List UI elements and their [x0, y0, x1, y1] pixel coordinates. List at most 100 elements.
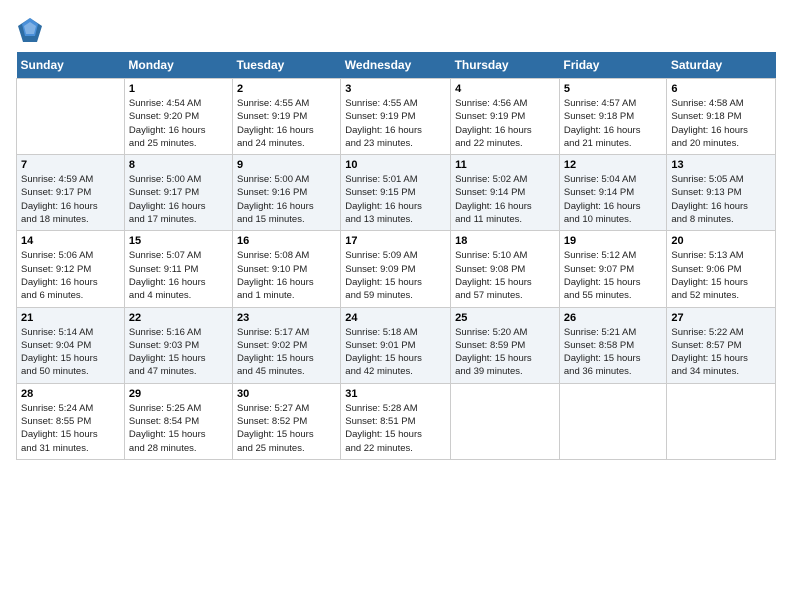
day-cell: 18 Sunrise: 5:10 AM Sunset: 9:08 PM Dayli…: [451, 231, 560, 307]
day-cell: 12 Sunrise: 5:04 AM Sunset: 9:14 PM Dayli…: [559, 155, 666, 231]
day-number: 12: [564, 159, 662, 171]
day-info: Sunrise: 4:55 AM Sunset: 9:19 PM Dayligh…: [237, 97, 336, 150]
day-cell: 16 Sunrise: 5:08 AM Sunset: 9:10 PM Dayli…: [233, 231, 341, 307]
calendar-table: SundayMondayTuesdayWednesdayThursdayFrid…: [16, 52, 776, 460]
day-number: 2: [237, 83, 336, 95]
day-cell: 26 Sunrise: 5:21 AM Sunset: 8:58 PM Dayli…: [559, 307, 666, 383]
day-cell: [17, 79, 125, 155]
day-cell: 24 Sunrise: 5:18 AM Sunset: 9:01 PM Dayli…: [341, 307, 451, 383]
day-info: Sunrise: 5:28 AM Sunset: 8:51 PM Dayligh…: [345, 402, 446, 455]
day-number: 18: [455, 235, 555, 247]
day-cell: 13 Sunrise: 5:05 AM Sunset: 9:13 PM Dayli…: [667, 155, 776, 231]
day-info: Sunrise: 5:05 AM Sunset: 9:13 PM Dayligh…: [671, 173, 771, 226]
day-info: Sunrise: 5:24 AM Sunset: 8:55 PM Dayligh…: [21, 402, 120, 455]
day-info: Sunrise: 5:01 AM Sunset: 9:15 PM Dayligh…: [345, 173, 446, 226]
day-cell: 30Sunrise: 5:27 AM Sunset: 8:52 PM Dayli…: [233, 383, 341, 459]
day-number: 8: [129, 159, 228, 171]
day-cell: 31 Sunrise: 5:28 AM Sunset: 8:51 PM Dayli…: [341, 383, 451, 459]
day-info: Sunrise: 5:27 AM Sunset: 8:52 PM Dayligh…: [237, 402, 336, 455]
day-number: 10: [345, 159, 446, 171]
day-info: Sunrise: 5:00 AM Sunset: 9:17 PM Dayligh…: [129, 173, 228, 226]
day-info: Sunrise: 5:25 AM Sunset: 8:54 PM Dayligh…: [129, 402, 228, 455]
header-row: SundayMondayTuesdayWednesdayThursdayFrid…: [17, 52, 776, 79]
day-info: Sunrise: 5:02 AM Sunset: 9:14 PM Dayligh…: [455, 173, 555, 226]
logo-icon: [16, 16, 44, 44]
day-number: 13: [671, 159, 771, 171]
week-row-1: 1Sunrise: 4:54 AM Sunset: 9:20 PM Daylig…: [17, 79, 776, 155]
day-number: 11: [455, 159, 555, 171]
day-cell: 4 Sunrise: 4:56 AM Sunset: 9:19 PM Daylig…: [451, 79, 560, 155]
day-cell: 7 Sunrise: 4:59 AM Sunset: 9:17 PM Daylig…: [17, 155, 125, 231]
day-cell: [667, 383, 776, 459]
day-info: Sunrise: 5:20 AM Sunset: 8:59 PM Dayligh…: [455, 326, 555, 379]
day-info: Sunrise: 5:08 AM Sunset: 9:10 PM Dayligh…: [237, 249, 336, 302]
day-info: Sunrise: 5:16 AM Sunset: 9:03 PM Dayligh…: [129, 326, 228, 379]
logo: [16, 16, 48, 44]
day-info: Sunrise: 5:12 AM Sunset: 9:07 PM Dayligh…: [564, 249, 662, 302]
day-number: 3: [345, 83, 446, 95]
day-number: 29: [129, 388, 228, 400]
week-row-2: 7 Sunrise: 4:59 AM Sunset: 9:17 PM Daylig…: [17, 155, 776, 231]
day-header-tuesday: Tuesday: [233, 52, 341, 79]
day-cell: 14Sunrise: 5:06 AM Sunset: 9:12 PM Dayli…: [17, 231, 125, 307]
day-number: 24: [345, 312, 446, 324]
header: [16, 16, 776, 44]
day-cell: 15Sunrise: 5:07 AM Sunset: 9:11 PM Dayli…: [124, 231, 232, 307]
week-row-3: 14Sunrise: 5:06 AM Sunset: 9:12 PM Dayli…: [17, 231, 776, 307]
day-cell: 19 Sunrise: 5:12 AM Sunset: 9:07 PM Dayli…: [559, 231, 666, 307]
day-number: 9: [237, 159, 336, 171]
day-cell: 2 Sunrise: 4:55 AM Sunset: 9:19 PM Daylig…: [233, 79, 341, 155]
day-number: 6: [671, 83, 771, 95]
day-cell: 28 Sunrise: 5:24 AM Sunset: 8:55 PM Dayli…: [17, 383, 125, 459]
day-info: Sunrise: 5:04 AM Sunset: 9:14 PM Dayligh…: [564, 173, 662, 226]
day-number: 27: [671, 312, 771, 324]
day-header-saturday: Saturday: [667, 52, 776, 79]
day-info: Sunrise: 5:21 AM Sunset: 8:58 PM Dayligh…: [564, 326, 662, 379]
day-info: Sunrise: 4:56 AM Sunset: 9:19 PM Dayligh…: [455, 97, 555, 150]
day-number: 26: [564, 312, 662, 324]
day-info: Sunrise: 5:14 AM Sunset: 9:04 PM Dayligh…: [21, 326, 120, 379]
day-number: 1: [129, 83, 228, 95]
day-info: Sunrise: 4:59 AM Sunset: 9:17 PM Dayligh…: [21, 173, 120, 226]
day-number: 21: [21, 312, 120, 324]
day-number: 25: [455, 312, 555, 324]
day-number: 19: [564, 235, 662, 247]
day-info: Sunrise: 5:10 AM Sunset: 9:08 PM Dayligh…: [455, 249, 555, 302]
day-cell: 27 Sunrise: 5:22 AM Sunset: 8:57 PM Dayli…: [667, 307, 776, 383]
day-info: Sunrise: 5:17 AM Sunset: 9:02 PM Dayligh…: [237, 326, 336, 379]
day-number: 23: [237, 312, 336, 324]
day-number: 7: [21, 159, 120, 171]
day-info: Sunrise: 5:22 AM Sunset: 8:57 PM Dayligh…: [671, 326, 771, 379]
day-info: Sunrise: 5:13 AM Sunset: 9:06 PM Dayligh…: [671, 249, 771, 302]
day-info: Sunrise: 4:55 AM Sunset: 9:19 PM Dayligh…: [345, 97, 446, 150]
day-cell: 21 Sunrise: 5:14 AM Sunset: 9:04 PM Dayli…: [17, 307, 125, 383]
day-cell: 1Sunrise: 4:54 AM Sunset: 9:20 PM Daylig…: [124, 79, 232, 155]
day-info: Sunrise: 5:09 AM Sunset: 9:09 PM Dayligh…: [345, 249, 446, 302]
day-header-friday: Friday: [559, 52, 666, 79]
day-cell: 9 Sunrise: 5:00 AM Sunset: 9:16 PM Daylig…: [233, 155, 341, 231]
day-number: 31: [345, 388, 446, 400]
day-cell: 20Sunrise: 5:13 AM Sunset: 9:06 PM Dayli…: [667, 231, 776, 307]
day-header-thursday: Thursday: [451, 52, 560, 79]
week-row-5: 28 Sunrise: 5:24 AM Sunset: 8:55 PM Dayli…: [17, 383, 776, 459]
day-info: Sunrise: 5:18 AM Sunset: 9:01 PM Dayligh…: [345, 326, 446, 379]
day-info: Sunrise: 5:00 AM Sunset: 9:16 PM Dayligh…: [237, 173, 336, 226]
day-cell: 29 Sunrise: 5:25 AM Sunset: 8:54 PM Dayli…: [124, 383, 232, 459]
day-cell: 23 Sunrise: 5:17 AM Sunset: 9:02 PM Dayli…: [233, 307, 341, 383]
day-cell: 8 Sunrise: 5:00 AM Sunset: 9:17 PM Daylig…: [124, 155, 232, 231]
day-number: 22: [129, 312, 228, 324]
day-cell: 25 Sunrise: 5:20 AM Sunset: 8:59 PM Dayli…: [451, 307, 560, 383]
day-header-wednesday: Wednesday: [341, 52, 451, 79]
day-number: 15: [129, 235, 228, 247]
day-cell: [451, 383, 560, 459]
day-number: 5: [564, 83, 662, 95]
day-number: 4: [455, 83, 555, 95]
day-cell: 3 Sunrise: 4:55 AM Sunset: 9:19 PM Daylig…: [341, 79, 451, 155]
week-row-4: 21 Sunrise: 5:14 AM Sunset: 9:04 PM Dayli…: [17, 307, 776, 383]
day-number: 16: [237, 235, 336, 247]
day-cell: 10 Sunrise: 5:01 AM Sunset: 9:15 PM Dayli…: [341, 155, 451, 231]
day-header-monday: Monday: [124, 52, 232, 79]
day-number: 28: [21, 388, 120, 400]
day-cell: 22 Sunrise: 5:16 AM Sunset: 9:03 PM Dayli…: [124, 307, 232, 383]
day-number: 14: [21, 235, 120, 247]
